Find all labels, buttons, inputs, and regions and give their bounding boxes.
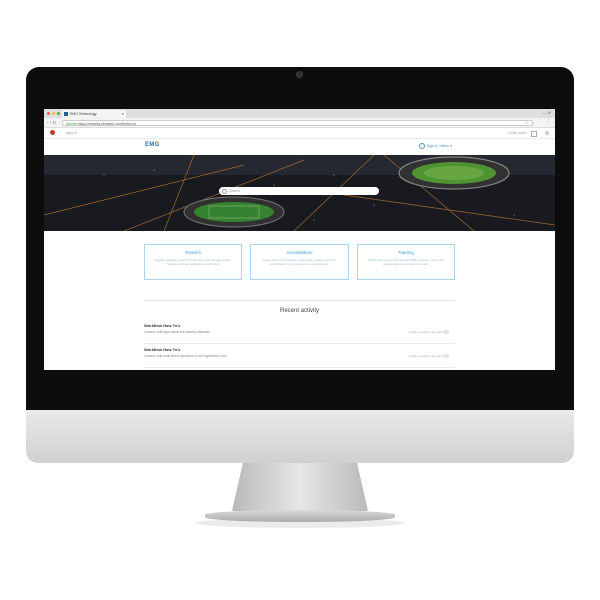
address-bar[interactable]: Secure https://motorfy.zendesk.com/hc/en… [62,119,533,126]
window-dots [47,112,60,115]
card-rosters[interactable]: Rosters Register athletes, search for at… [144,244,243,280]
close-tab-icon[interactable]: × [122,110,124,118]
favicon-icon [64,112,68,116]
page-header: EMG Sign in / Menu ▾ [44,139,555,153]
browser-menu-icon[interactable]: ⋮ [547,119,552,125]
divider [144,300,455,301]
activity-title[interactable]: Workflow How To's [144,323,455,328]
comment-count: 0 💬 [442,330,449,334]
screen: EMG Technology × — ✕ ‹ › ↻ Secure https:… [44,109,555,370]
secure-label: Secure [66,121,78,126]
user-avatar[interactable] [50,130,55,135]
comment-count: 2 💬 [442,354,449,358]
card-title: Training [397,250,414,255]
navigation-arrows-icon[interactable]: ‹ › ↻ [47,120,56,126]
browser-tab[interactable]: EMG Technology × [62,110,126,118]
activity-item[interactable]: Workflow How To's I want to add apps ins… [144,321,455,344]
card-accreditation[interactable]: Accreditation Learn about Accreditation … [250,244,349,280]
browser-tabbar: EMG Technology × — ✕ [44,109,555,118]
activity-meta-text: Article created 1 day ago [408,330,442,334]
camera-icon [296,71,303,78]
monitor-stand-neck [232,463,368,511]
hero-banner: Search [44,155,555,231]
window-controls[interactable]: — ✕ [543,110,551,115]
app-topbar: Apps ▾ Guide admin [44,128,555,139]
sign-in-label: Sign in / Menu ▾ [426,143,452,148]
maximize-window-dot[interactable] [57,112,60,115]
card-description: Learn about Accreditation to generate, d… [262,258,337,266]
monitor-stand-foot [205,510,395,522]
minimize-window-dot[interactable] [52,112,55,115]
grid-icon[interactable] [531,131,537,137]
monitor-chin [26,410,574,463]
activity-item[interactable]: Workflow How To's I want to add multi-se… [144,345,455,368]
search-icon [222,189,227,194]
card-title: Rosters [185,250,201,255]
sign-in-link[interactable]: Sign in / Menu ▾ [418,143,452,149]
card-training[interactable]: Training Online training and tutorials f… [356,244,455,280]
activity-meta: Article created 1 day ago 2 💬 [409,354,449,358]
activity-meta-text: Article created 1 day ago [408,354,442,358]
search-placeholder: Search [229,189,241,193]
recent-activity-heading: Recent activity [279,308,319,314]
card-title: Accreditation [286,250,313,255]
category-cards: Rosters Register athletes, search for at… [144,244,455,280]
guide-admin-link[interactable]: Guide admin [508,131,527,135]
user-icon [418,143,425,149]
card-description: Online training and tutorials for EMG pr… [367,258,444,266]
tab-title: EMG Technology [70,112,97,116]
activity-meta: Article created 1 day ago 0 💬 [409,330,449,334]
activity-title[interactable]: Workflow How To's [144,347,455,352]
card-description: Register athletes, search for athletes a… [154,258,232,266]
address-bar-row: ‹ › ↻ Secure https://motorfy.zendesk.com… [44,118,555,128]
search-input[interactable]: Search [219,187,379,195]
url-text: https://motorfy.zendesk.com/hc/en-us [78,121,136,126]
emg-logo[interactable]: EMG [145,142,160,148]
close-window-dot[interactable] [47,112,50,115]
apps-dropdown[interactable]: Apps ▾ [66,131,77,135]
profile-icon[interactable] [545,131,549,135]
bookmark-star-icon[interactable]: ☆ [525,120,529,126]
